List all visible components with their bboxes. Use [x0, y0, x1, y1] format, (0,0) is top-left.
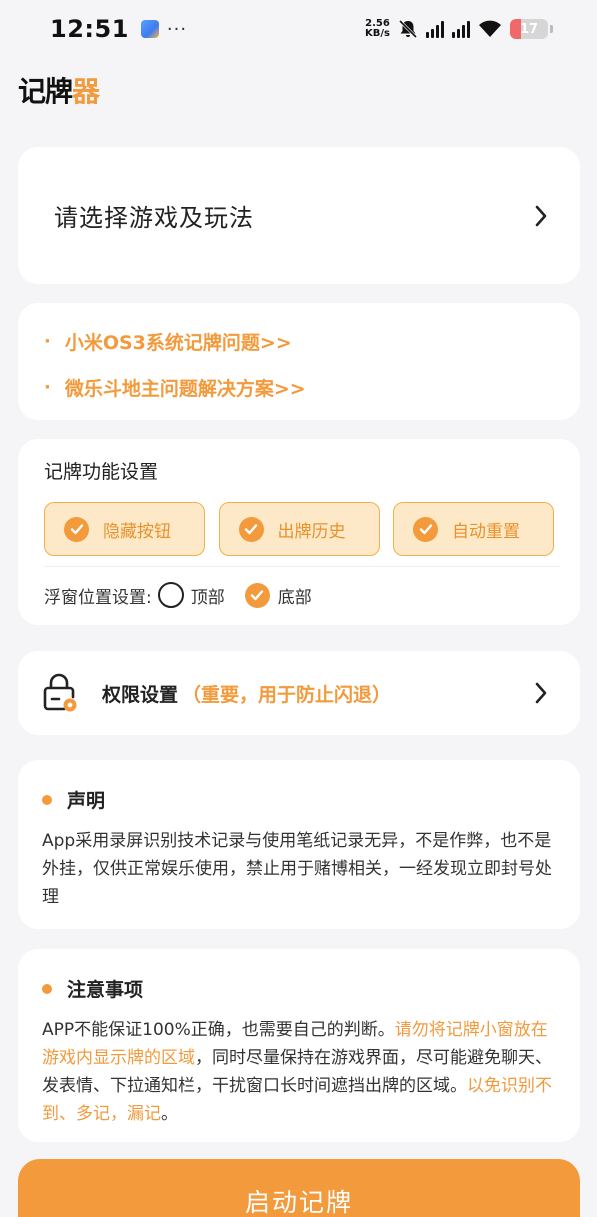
settings-options: 隐藏按钮 出牌历史 自动重置 — [44, 502, 554, 556]
checkmark-icon — [238, 516, 264, 542]
permission-settings-card[interactable]: 权限设置 （重要，用于防止闪退） — [18, 651, 580, 735]
help-link-label: 小米OS3系统记牌问题>> — [64, 331, 292, 354]
lock-gear-icon — [43, 673, 77, 712]
option-label: 出牌历史 — [277, 521, 346, 542]
option-hide-button[interactable]: 隐藏按钮 — [44, 502, 205, 556]
network-speed-unit: KB/s — [365, 28, 390, 39]
declaration-card: 声明 App采用录屏识别技术记录与使用笔纸记录无异，不是作弊，也不是外挂，仅供正… — [18, 760, 580, 929]
notes-body: APP不能保证100%正确，也需要自己的判断。请勿将记牌小窗放在游戏内显示牌的区… — [42, 1016, 556, 1128]
status-bar: 12:51 ··· 2.56 KB/s 17 — [0, 0, 597, 58]
radio-bottom-label[interactable]: 底部 — [278, 583, 312, 608]
battery-icon: 17 — [510, 19, 548, 39]
app-logo-part2: 器 — [72, 75, 100, 108]
signal-icon — [426, 20, 444, 38]
signal-icon-2 — [452, 20, 470, 38]
float-position-row: 浮窗位置设置: 顶部 底部 — [44, 582, 554, 608]
notes-card: 注意事项 APP不能保证100%正确，也需要自己的判断。请勿将记牌小窗放在游戏内… — [18, 949, 580, 1142]
radio-bottom[interactable] — [244, 582, 270, 608]
option-label: 隐藏按钮 — [103, 521, 171, 542]
start-counter-label: 启动记牌 — [244, 1188, 353, 1217]
declaration-header: 声明 — [42, 786, 556, 813]
float-position-label: 浮窗位置设置: — [44, 587, 152, 608]
help-link-label: 微乐斗地主问题解决方案>> — [64, 377, 306, 400]
radio-top[interactable] — [157, 582, 184, 608]
option-play-history[interactable]: 出牌历史 — [218, 502, 380, 556]
start-counter-button[interactable]: 启动记牌 — [18, 1159, 580, 1217]
notes-text: APP不能保证100%正确，也需要自己的判断。 — [42, 1020, 395, 1040]
bullet: · — [44, 330, 51, 352]
declaration-body: App采用录屏识别技术记录与使用笔纸记录无异，不是作弊，也不是外挂，仅供正常娱乐… — [42, 831, 552, 907]
declaration-title: 声明 — [67, 790, 106, 812]
bullet: · — [44, 376, 51, 398]
app-logo-part1: 记牌 — [18, 75, 73, 108]
battery-level: 17 — [519, 21, 539, 37]
status-icons: 2.56 KB/s 17 — [365, 19, 553, 39]
help-link-weile-doudizhu[interactable]: · 微乐斗地主问题解决方案>> — [44, 369, 580, 405]
app-notification-icon — [140, 20, 159, 38]
game-select-card[interactable]: 请选择游戏及玩法 — [18, 147, 580, 284]
chevron-right-icon — [535, 682, 547, 704]
divider — [44, 566, 560, 567]
permission-note: （重要，用于防止闪退） — [182, 683, 392, 706]
permission-title: 权限设置 — [102, 683, 179, 706]
network-speed: 2.56 KB/s — [365, 19, 390, 39]
option-auto-reset[interactable]: 自动重置 — [393, 502, 554, 556]
card-counter-settings-card: 记牌功能设置 隐藏按钮 出牌历史 自动重置 浮窗位置设置: 顶部 底部 — [18, 439, 580, 625]
notes-text: 。 — [161, 1104, 178, 1124]
notes-title: 注意事项 — [67, 979, 144, 1001]
bullet-dot-icon — [42, 983, 52, 994]
chevron-right-icon — [535, 205, 547, 226]
help-links-card: · 小米OS3系统记牌问题>> · 微乐斗地主问题解决方案>> — [18, 303, 580, 420]
checkmark-icon — [413, 516, 438, 542]
mute-bell-icon — [398, 19, 418, 39]
bullet-dot-icon — [42, 794, 52, 805]
battery-tip — [550, 25, 553, 33]
notes-header: 注意事项 — [42, 975, 556, 1002]
settings-title: 记牌功能设置 — [44, 461, 159, 483]
option-label: 自动重置 — [452, 521, 520, 542]
status-time: 12:51 — [50, 15, 129, 43]
wifi-icon — [479, 20, 501, 37]
more-notifications-icon: ··· — [166, 18, 188, 40]
app-logo: 记牌器 — [18, 70, 100, 110]
help-link-xiaomi-os3[interactable]: · 小米OS3系统记牌问题>> — [44, 323, 580, 359]
game-select-label: 请选择游戏及玩法 — [54, 204, 254, 232]
radio-top-label[interactable]: 顶部 — [191, 583, 225, 608]
checkmark-icon — [64, 516, 89, 542]
